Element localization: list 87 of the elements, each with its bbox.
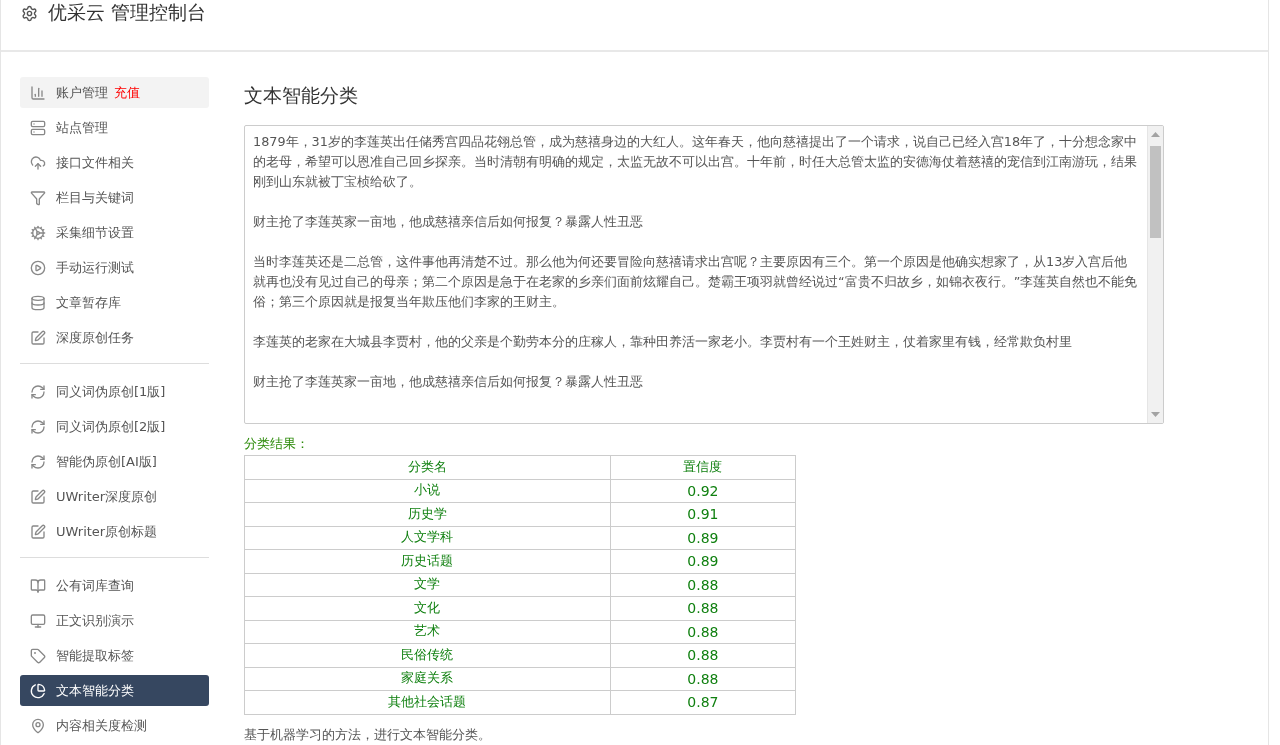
table-cell: 文学: [244, 573, 611, 597]
gear-icon: [30, 224, 46, 241]
server-icon: [30, 119, 46, 136]
book-icon: [30, 577, 46, 594]
sidebar-item[interactable]: 正文识别演示: [20, 605, 209, 636]
result-label: 分类结果：: [244, 436, 310, 453]
filter-icon: [30, 189, 46, 206]
settings-icon: [21, 4, 38, 22]
sidebar-label: 内容相关度检测: [56, 716, 147, 735]
edit-icon: [30, 488, 46, 505]
sidebar-label: 智能伪原创[AI版]: [56, 452, 157, 471]
sidebar-item[interactable]: 智能提取标签: [20, 640, 209, 671]
sidebar-item[interactable]: 同义词伪原创[1版]: [20, 376, 209, 407]
sidebar-item[interactable]: 内容相关度检测: [20, 710, 209, 741]
table-cell: 民俗传统: [244, 643, 611, 667]
column-header: 分类名: [244, 455, 611, 479]
table-cell: 文化: [244, 596, 611, 620]
scroll-down-icon[interactable]: [1151, 409, 1160, 419]
sidebar-item[interactable]: 文本智能分类: [20, 675, 209, 706]
database-icon: [30, 294, 46, 311]
tag-icon: [30, 647, 46, 664]
edit-icon: [30, 329, 46, 346]
console-title: 优采云 管理控制台: [48, 0, 207, 25]
table-cell: 0.92: [610, 479, 796, 503]
table-cell: 0.87: [610, 690, 796, 714]
scrollbar-thumb[interactable]: [1150, 146, 1161, 238]
sidebar-item[interactable]: 手动运行测试: [20, 252, 209, 283]
sidebar-label: 文章暂存库: [56, 293, 121, 312]
pin-icon: [30, 717, 46, 734]
table-cell: 其他社会话题: [244, 690, 611, 714]
sidebar-item[interactable]: 智能伪原创[AI版]: [20, 446, 209, 477]
table-cell: 历史学: [244, 502, 611, 526]
sidebar-label: UWriter原创标题: [56, 522, 158, 541]
sidebar-label: 栏目与关键词: [56, 188, 134, 207]
sidebar-label: 接口文件相关: [56, 153, 134, 172]
sidebar-label: 同义词伪原创[1版]: [56, 382, 166, 401]
sidebar-item[interactable]: 站点管理: [20, 112, 209, 143]
table-cell: 0.89: [610, 549, 796, 573]
sidebar-item[interactable]: 同义词伪原创[2版]: [20, 411, 209, 442]
sidebar-item[interactable]: 深度原创任务: [20, 322, 209, 353]
sidebar-label: 账户管理: [56, 83, 108, 102]
description-text: 基于机器学习的方法，进行文本智能分类。: [244, 726, 492, 744]
table-cell: 0.88: [610, 643, 796, 667]
sidebar-item[interactable]: 文章暂存库: [20, 287, 209, 318]
sidebar-label: 采集细节设置: [56, 223, 134, 242]
sidebar-label: 正文识别演示: [56, 611, 134, 630]
table-cell: 0.88: [610, 667, 796, 691]
table-cell: 历史话题: [244, 549, 611, 573]
bar-chart-icon: [30, 84, 46, 101]
table-cell: 家庭关系: [244, 667, 611, 691]
monitor-icon: [30, 612, 46, 629]
table-cell: 艺术: [244, 620, 611, 644]
table-cell: 小说: [244, 479, 611, 503]
sidebar-label: 同义词伪原创[2版]: [56, 417, 166, 436]
sidebar-label: UWriter深度原创: [56, 487, 158, 506]
table-cell: 0.88: [610, 573, 796, 597]
sidebar-label: 手动运行测试: [56, 258, 134, 277]
refresh-icon: [30, 383, 46, 400]
sidebar-label: 站点管理: [56, 118, 108, 137]
play-icon: [30, 259, 46, 276]
cloud-upload-icon: [30, 154, 46, 171]
sidebar-label: 深度原创任务: [56, 328, 134, 347]
table-cell: 0.88: [610, 620, 796, 644]
sidebar-label: 智能提取标签: [56, 646, 134, 665]
table-cell: 0.89: [610, 526, 796, 550]
sidebar-item[interactable]: 接口文件相关: [20, 147, 209, 178]
text-input[interactable]: 1879年，31岁的李莲英出任储秀宫四品花翎总管，成为慈禧身边的大红人。这年春天，他向慈禧提出了一个请求，说自己已经入宫18年了，十分想念家中的老母，希望可以恩准自己回乡探亲。当时清朝有明确的规定，太监无故不可以出宫。十年前，时任大总管太监的安德海仗着慈禧的宠信到江南游玩，结果刚到山东就被丁宝桢给砍了。 财主抢了李莲英家一亩地，他成慈禧亲信后如何报复？暴露人性丑恶 当时李莲英还是二总管，这件事他再清楚不过。那么他为何还要冒险向慈禧请求出宫呢？主要原因有三个。第一个原因是他确实想家了，从13岁入宫后他就再也没有见过自己的母亲；第二个原因是急于在老家的乡亲们面前炫耀自己。楚霸王项羽就曾经说过“富贵不归故乡，如锦衣夜行。”李莲英自然也不能免俗；第三个原因就是报复当年欺压他们李家的王财主。 李莲英的老家在大城县李贾村，他的父亲是个勤劳本分的庄稼人，靠种田养活一家老小。李贾村有一个王姓财主，仗着家里有钱，经常欺负村里 财主抢了李莲英家一亩地，他成慈禧亲信后如何报复？暴露人性丑恶: [244, 125, 1164, 424]
recharge-link[interactable]: 充值: [114, 83, 140, 102]
scrollbar[interactable]: [1147, 126, 1163, 423]
pie-chart-icon: [30, 682, 46, 699]
refresh-icon: [30, 418, 46, 435]
sidebar-item[interactable]: 栏目与关键词: [20, 182, 209, 213]
table-cell: 人文学科: [244, 526, 611, 550]
sidebar-item[interactable]: 采集细节设置: [20, 217, 209, 248]
column-header: 置信度: [610, 455, 796, 479]
scroll-up-icon[interactable]: [1151, 130, 1160, 140]
sidebar-item[interactable]: 账户管理 充值: [20, 77, 209, 108]
edit-icon: [30, 523, 46, 540]
page-title: 文本智能分类: [244, 83, 359, 108]
refresh-icon: [30, 453, 46, 470]
sidebar-label: 文本智能分类: [56, 681, 134, 700]
sidebar-item[interactable]: UWriter原创标题: [20, 516, 209, 547]
table-cell: 0.88: [610, 596, 796, 620]
sidebar-item[interactable]: UWriter深度原创: [20, 481, 209, 512]
table-cell: 0.91: [610, 502, 796, 526]
sidebar-label: 公有词库查询: [56, 576, 134, 595]
sidebar-item[interactable]: 公有词库查询: [20, 570, 209, 601]
